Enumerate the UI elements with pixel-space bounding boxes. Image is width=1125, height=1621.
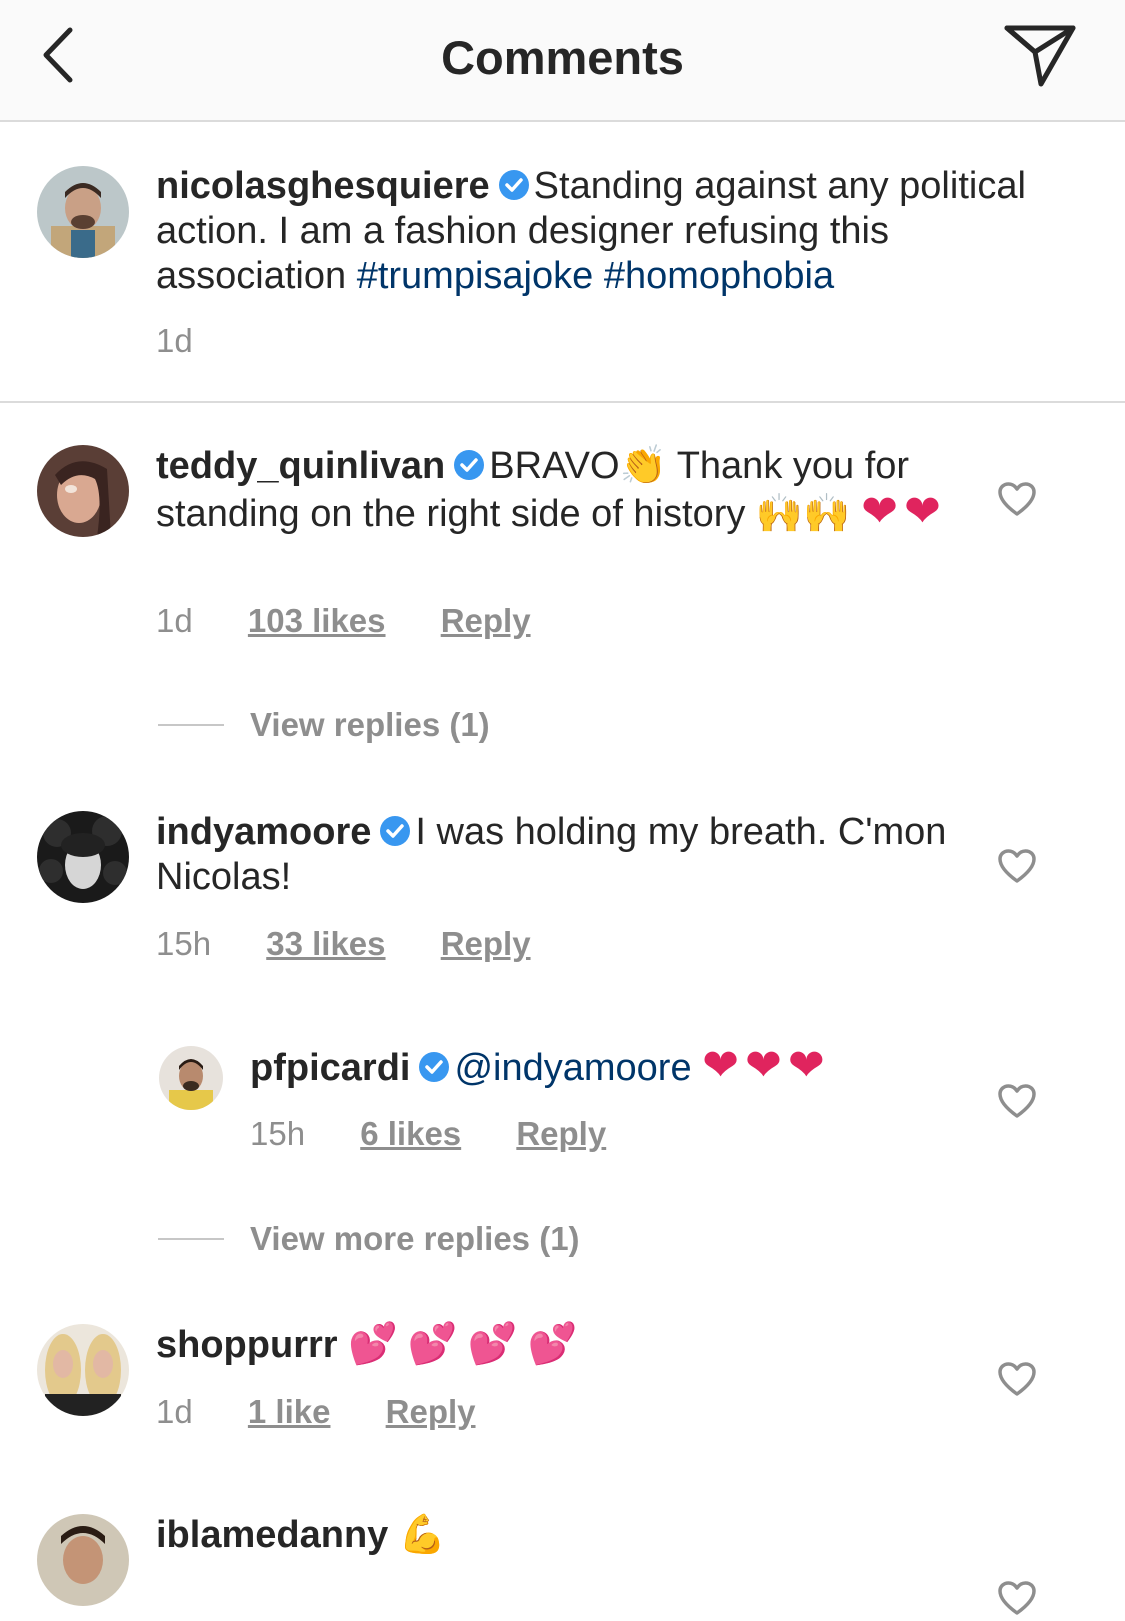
verified-badge-icon [419, 1052, 450, 1082]
post-caption: nicolasghesquiere Standing against any po… [156, 164, 1056, 299]
likes-count-link[interactable]: 6 likes [360, 1115, 461, 1152]
comment-text: shoppurrr 💕💕💕💕 [156, 1322, 956, 1368]
verified-badge-icon [454, 450, 485, 480]
heart-outline-icon [998, 849, 1036, 883]
post-meta: 1d [156, 322, 239, 360]
avatar[interactable] [159, 1046, 223, 1110]
like-button[interactable] [997, 1083, 1037, 1119]
avatar[interactable] [37, 1324, 129, 1416]
likes-count-link[interactable]: 33 likes [266, 925, 385, 962]
reply-button[interactable]: Reply [441, 602, 531, 639]
comment-text: teddy_quinlivan BRAVO👏 Thank you for stan… [156, 443, 976, 537]
reply-button[interactable]: Reply [516, 1115, 606, 1152]
share-button[interactable] [1003, 20, 1077, 90]
reply-button[interactable]: Reply [386, 1393, 476, 1430]
comment-text: indyamoore I was holding my breath. C'mon… [156, 810, 956, 900]
comment-username[interactable]: teddy_quinlivan [156, 445, 445, 487]
red-heart-emoji: ❤❤ [861, 486, 947, 537]
likes-count-link[interactable]: 103 likes [248, 602, 386, 639]
view-replies-button[interactable]: View replies (1) [250, 706, 490, 744]
comment-username[interactable]: shoppurrr [156, 1324, 338, 1366]
reply-meta: 15h 6 likes Reply [250, 1115, 652, 1153]
timestamp: 15h [156, 925, 212, 962]
likes-count-link[interactable]: 1 like [248, 1393, 331, 1430]
reply-button[interactable]: Reply [441, 925, 531, 962]
like-button[interactable] [997, 848, 1037, 884]
avatar[interactable] [37, 1514, 129, 1606]
page-title: Comments [441, 31, 684, 84]
timestamp: 15h [250, 1115, 306, 1152]
replies-divider-line [158, 1238, 224, 1240]
clapping-hands-emoji: 👏 [619, 443, 667, 487]
avatar[interactable] [37, 445, 129, 537]
avatar[interactable] [37, 166, 129, 258]
comment-meta: 1d 103 likes Reply [156, 602, 577, 640]
hashtag-link[interactable]: #trumpisajoke [357, 255, 594, 297]
replies-divider-line [158, 724, 224, 726]
post-username[interactable]: nicolasghesquiere [156, 165, 490, 207]
view-more-replies-button[interactable]: View more replies (1) [250, 1220, 580, 1258]
timestamp: 1d [156, 1393, 193, 1430]
heart-outline-icon [998, 482, 1036, 516]
comment-username[interactable]: indyamoore [156, 811, 371, 853]
red-heart-emoji: ❤❤❤ [702, 1040, 831, 1091]
like-button[interactable] [997, 1580, 1037, 1616]
like-button[interactable] [997, 481, 1037, 517]
comment-meta: 15h 33 likes Reply [156, 925, 577, 963]
heart-outline-icon [998, 1581, 1036, 1615]
timestamp: 1d [156, 322, 193, 359]
like-button[interactable] [997, 1361, 1037, 1397]
hashtag-link[interactable]: #homophobia [604, 255, 834, 297]
reply-username[interactable]: pfpicardi [250, 1047, 410, 1089]
comment-meta: 1d 1 like Reply [156, 1393, 522, 1431]
mention-link[interactable]: @indyamoore [454, 1047, 691, 1089]
comment-text: iblamedanny 💪 [156, 1512, 956, 1558]
two-hearts-emoji: 💕💕💕💕 [348, 1321, 588, 1367]
verified-badge-icon [498, 170, 529, 200]
paper-plane-icon [1004, 25, 1076, 87]
raising-hands-emoji: 🙌🙌 [755, 491, 851, 535]
top-nav-bar: Comments [0, 0, 1125, 122]
caption-divider [0, 401, 1125, 403]
timestamp: 1d [156, 602, 193, 639]
reply-text: pfpicardi @indyamoore ❤❤❤ [250, 1043, 970, 1091]
comment-text-part: BRAVO [489, 445, 620, 487]
comment-username[interactable]: iblamedanny [156, 1514, 388, 1556]
flexed-biceps-emoji: 💪 [398, 1512, 447, 1556]
avatar[interactable] [37, 811, 129, 903]
heart-outline-icon [998, 1362, 1036, 1396]
heart-outline-icon [998, 1084, 1036, 1118]
verified-badge-icon [380, 816, 411, 846]
